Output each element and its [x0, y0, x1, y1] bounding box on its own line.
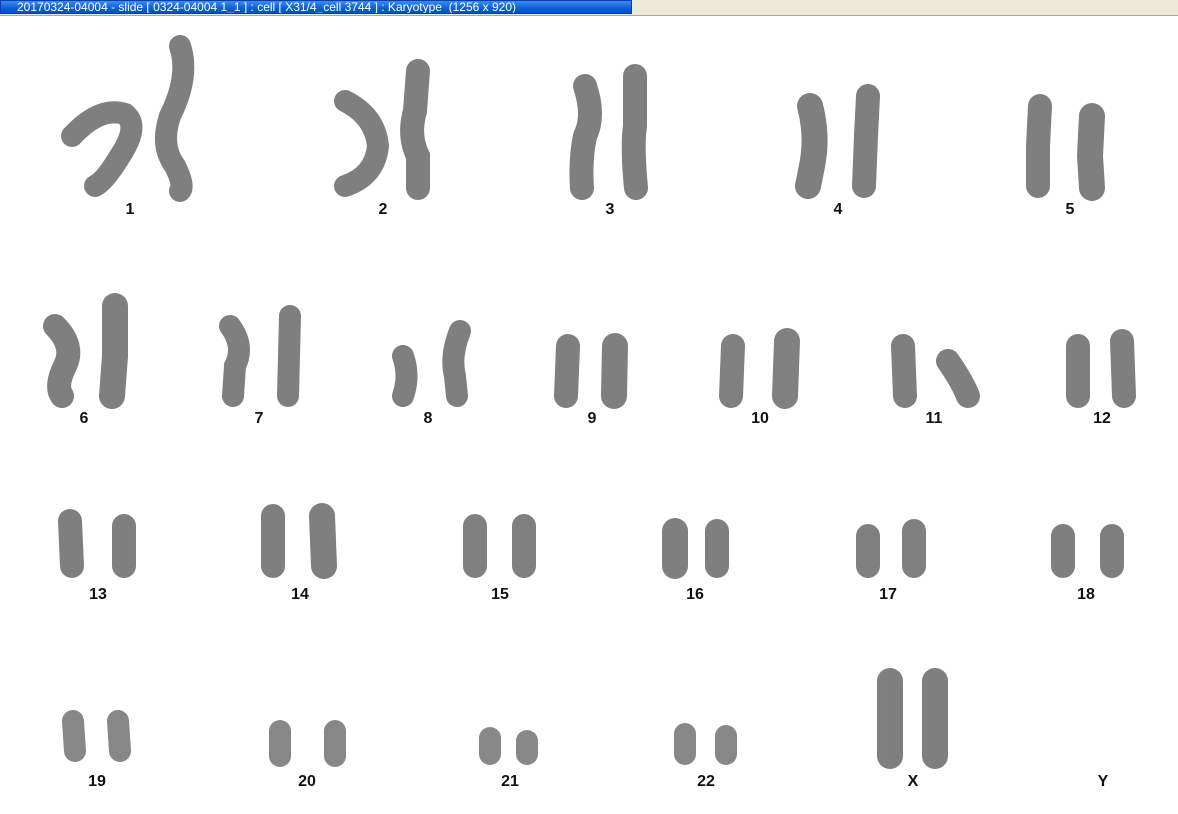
chromosome-label-18: 18 [1077, 586, 1095, 603]
chromosome-label-5: 5 [1065, 201, 1075, 218]
chromosome-pair-6-image [43, 293, 128, 409]
chromosome-pair-10-image [719, 328, 800, 409]
chromosome-label-6: 6 [79, 410, 89, 427]
chromosome-pair-4-image [795, 84, 880, 199]
chromosome-pair-19-image [62, 710, 131, 762]
chromosome-label-11: 11 [925, 410, 943, 427]
chromosome-label-16: 16 [686, 586, 704, 603]
chromosome-pair-5-image [1026, 94, 1105, 201]
chromosome-pair-11-image [891, 334, 980, 408]
chromosome-label-14: 14 [291, 586, 309, 603]
chromosome-pair-1-image [61, 35, 195, 202]
chromosome-pair-12-image [1066, 329, 1136, 408]
chromosome-label-9: 9 [587, 410, 597, 427]
chromosome-label-21: 21 [501, 773, 519, 790]
chromosome-label-1: 1 [125, 201, 135, 218]
chromosome-pair-8-image [392, 320, 471, 407]
chromosome-pair-3-image [569, 64, 648, 200]
chromosome-label-12: 12 [1093, 410, 1111, 427]
chromosome-label-19: 19 [88, 773, 106, 790]
chromosome-label-7: 7 [254, 410, 264, 427]
chromosome-pair-22-image [674, 723, 737, 765]
chromosome-pair-9-image [554, 333, 628, 409]
chromosome-label-x: X [907, 773, 919, 790]
chromosome-pair-x-image [877, 668, 948, 769]
chromosome-label-17: 17 [879, 586, 897, 603]
chromosome-pair-20-image [269, 720, 346, 767]
chromosome-pair-2-image [334, 59, 430, 200]
window-title-tab[interactable]: 20170324-04004 - slide [ 0324-04004 1_1 … [0, 0, 632, 14]
chromosome-label-8: 8 [423, 410, 433, 427]
chromosome-label-y: Y [1097, 773, 1109, 790]
chromosome-label-20: 20 [298, 773, 316, 790]
karyotype-canvas: 1 2 3 4 5 6 7 8 9 10 11 12 13 14 15 16 1… [0, 16, 1178, 814]
chromosome-label-3: 3 [605, 201, 615, 218]
chromosome-pair-21-image [479, 727, 538, 765]
chromosome-label-2: 2 [378, 201, 388, 218]
title-bar: 20170324-04004 - slide [ 0324-04004 1_1 … [0, 0, 1178, 16]
chromosome-label-15: 15 [491, 586, 509, 603]
chromosome-label-4: 4 [833, 201, 843, 218]
chromosome-pair-7-image [219, 305, 301, 407]
chromosome-label-22: 22 [697, 773, 715, 790]
chromosome-label-13: 13 [89, 586, 107, 603]
chromosome-label-10: 10 [751, 410, 769, 427]
